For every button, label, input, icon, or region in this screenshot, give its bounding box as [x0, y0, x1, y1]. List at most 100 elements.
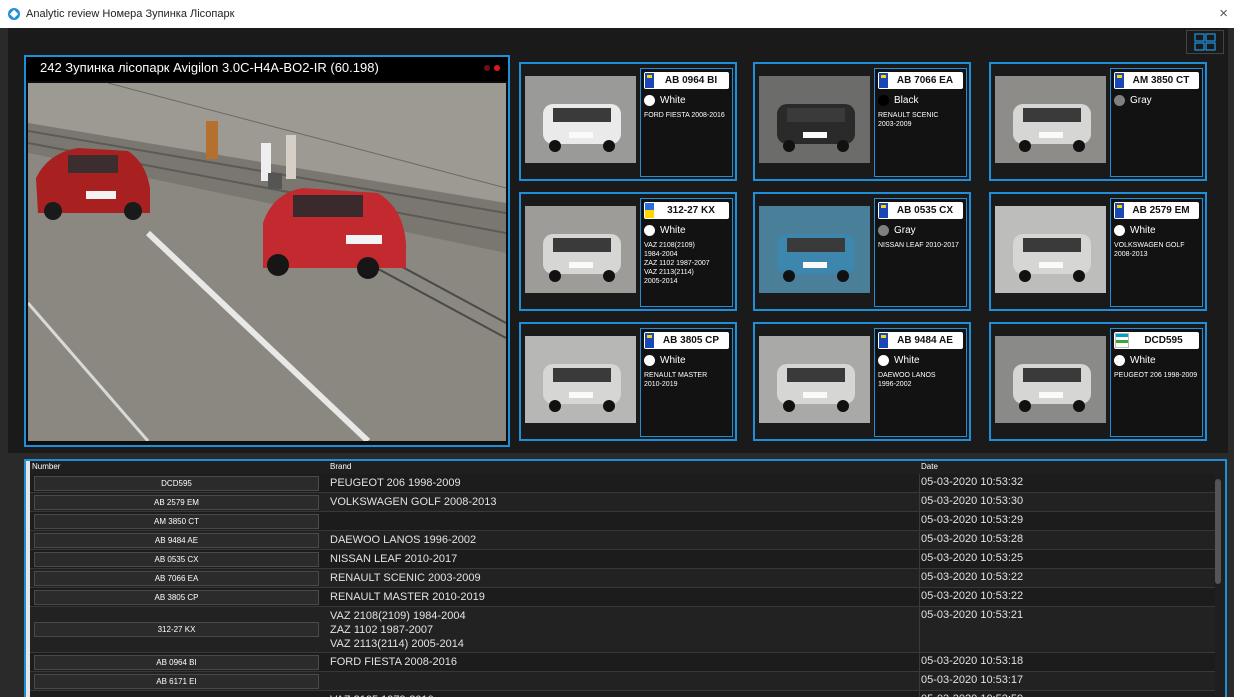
recognition-card[interactable]: 312-27 KX White VAZ 2108(2109) 1984-2004 Z… [519, 192, 737, 311]
recognition-card[interactable]: AB 0964 BI White FORD FIESTA 2008-2016 [519, 62, 737, 181]
vehicle-model: NISSAN LEAF 2010-2017 [878, 242, 959, 249]
layout-grid-icon [1194, 33, 1216, 51]
cell-date: 05-03-2020 10:53:30 [921, 495, 1024, 507]
country-flag-icon [645, 73, 654, 88]
table-row[interactable]: AB 0964 BI FORD FIESTA 2008-2016 05-03-202… [30, 653, 1215, 672]
recognition-card[interactable]: AB 7066 EA Black RENAULT SCENIC 2003-2009 [753, 62, 971, 181]
country-flag-icon [879, 73, 888, 88]
color-name: Gray [1130, 95, 1152, 106]
column-divider [919, 653, 920, 671]
table-row[interactable]: AB 2579 EM VOLKSWAGEN GOLF 2008-2013 05-03… [30, 493, 1215, 512]
country-flag-icon [1115, 73, 1124, 88]
vehicle-model: RENAULT MASTER 2010-2019 [644, 372, 708, 388]
table-row[interactable]: AB 9484 AE DAEWOO LANOS 1996-2002 05-03-20… [30, 531, 1215, 550]
vehicle-image [543, 104, 621, 152]
country-flag-icon [645, 203, 654, 218]
cell-date: 05-03-2020 10:53:22 [921, 571, 1024, 583]
color-swatch-icon [1114, 225, 1125, 236]
recognition-info: 312-27 KX White VAZ 2108(2109) 1984-2004 Z… [640, 198, 733, 307]
color-swatch-icon [878, 95, 889, 106]
vehicle-color: White [644, 95, 686, 106]
color-swatch-icon [878, 355, 889, 366]
table-row[interactable]: VAZ 2105 1979-2010 05-03-2020 10:52:59 [30, 691, 1215, 697]
table-header: Number Brand Date [30, 461, 1225, 473]
cell-brand: FORD FIESTA 2008-2016 [330, 656, 457, 668]
table-row[interactable]: 312-27 KX VAZ 2108(2109) 1984-2004 ZAZ 11… [30, 607, 1215, 653]
table-row[interactable]: AB 0535 CX NISSAN LEAF 2010-2017 05-03-202… [30, 550, 1215, 569]
color-swatch-icon [1114, 355, 1125, 366]
main-camera-view[interactable]: 242 Зупинка лісопарк Avigilon 3.0C-H4A-B… [24, 55, 510, 447]
plate-number: AB 9484 AE [897, 335, 953, 346]
recognition-table: Number Brand Date DCD595 PEUGEOT 206 1998… [24, 459, 1227, 697]
cell-number: AB 0535 CX [34, 552, 319, 567]
vehicle-color: White [1114, 225, 1156, 236]
column-header-date[interactable]: Date [921, 462, 938, 471]
column-header-number[interactable]: Number [32, 462, 60, 471]
recognition-info: AB 9484 AE White DAEWOO LANOS 1996-2002 [874, 328, 967, 437]
table-row[interactable]: AB 6171 EI 05-03-2020 10:53:17 [30, 672, 1215, 691]
window-title: Analytic review Номера Зупинка Лісопарк [26, 8, 235, 20]
country-flag-icon [1115, 333, 1129, 348]
cell-brand: RENAULT SCENIC 2003-2009 [330, 572, 481, 584]
cell-brand: NISSAN LEAF 2010-2017 [330, 553, 458, 565]
plate-number: AB 7066 EA [896, 75, 954, 86]
vehicle-image [543, 234, 621, 282]
plate-label: AB 3805 CP [644, 332, 729, 349]
vertical-scrollbar[interactable] [1215, 479, 1221, 584]
plate-label: AB 2579 EM [1114, 202, 1199, 219]
recognition-card[interactable]: DCD595 White PEUGEOT 206 1998-2009 [989, 322, 1207, 441]
country-flag-icon [645, 333, 654, 348]
country-flag-icon [1115, 203, 1124, 218]
color-name: Gray [894, 225, 916, 236]
vehicle-thumbnail [525, 76, 636, 163]
recognition-info: AB 7066 EA Black RENAULT SCENIC 2003-2009 [874, 68, 967, 177]
vehicle-color: Black [878, 95, 918, 106]
country-flag-icon [879, 333, 888, 348]
table-row[interactable]: AB 3805 CP RENAULT MASTER 2010-2019 05-03-… [30, 588, 1215, 607]
cell-date: 05-03-2020 10:52:59 [921, 693, 1023, 697]
column-divider [919, 588, 920, 606]
plate-number: AB 2579 EM [1132, 205, 1190, 216]
cell-number: AB 3805 CP [34, 590, 319, 605]
cell-number: AM 3850 CT [34, 514, 319, 529]
recognition-card[interactable]: AB 9484 AE White DAEWOO LANOS 1996-2002 [753, 322, 971, 441]
plate-label: AB 0535 CX [878, 202, 963, 219]
recognition-card[interactable]: AB 3805 CP White RENAULT MASTER 2010-2019 [519, 322, 737, 441]
vehicle-thumbnail [759, 206, 870, 293]
table-row[interactable]: AB 7066 EA RENAULT SCENIC 2003-2009 05-03-… [30, 569, 1215, 588]
recognition-card[interactable]: AB 0535 CX Gray NISSAN LEAF 2010-2017 [753, 192, 971, 311]
plate-label: AB 7066 EA [878, 72, 963, 89]
plate-number: AB 0964 BI [664, 75, 718, 86]
recognition-card[interactable]: AB 2579 EM White VOLKSWAGEN GOLF 2008-2013 [989, 192, 1207, 311]
vehicle-color: White [644, 355, 686, 366]
vehicle-thumbnail [525, 206, 636, 293]
recording-indicator-icon [494, 65, 500, 71]
column-header-brand[interactable]: Brand [330, 462, 351, 471]
street-scene-image [28, 83, 506, 441]
vehicle-image [777, 104, 855, 152]
cell-brand: VAZ 2108(2109) 1984-2004 ZAZ 1102 1987-2… [330, 610, 466, 650]
layout-toggle-button[interactable] [1186, 30, 1224, 54]
plate-number: AB 3805 CP [662, 335, 720, 346]
vehicle-model: VAZ 2108(2109) 1984-2004 ZAZ 1102 1987-2… [644, 242, 710, 285]
recognition-card[interactable]: AM 3850 CT Gray [989, 62, 1207, 181]
color-name: Black [894, 95, 919, 106]
vehicle-image [543, 364, 621, 412]
cell-number: AB 9484 AE [34, 533, 319, 548]
cell-date: 05-03-2020 10:53:21 [921, 609, 1024, 621]
cell-number: 312-27 KX [34, 622, 319, 637]
status-indicator-icon [484, 65, 490, 71]
cell-date: 05-03-2020 10:53:29 [921, 514, 1024, 526]
close-icon[interactable]: × [1219, 5, 1228, 22]
country-flag-icon [879, 203, 888, 218]
table-row[interactable]: DCD595 PEUGEOT 206 1998-2009 05-03-2020 10… [30, 474, 1215, 493]
cell-date: 05-03-2020 10:53:22 [921, 590, 1024, 602]
cell-brand: PEUGEOT 206 1998-2009 [330, 477, 461, 489]
recognition-info: AB 2579 EM White VOLKSWAGEN GOLF 2008-2013 [1110, 198, 1203, 307]
camera-title: 242 Зупинка лісопарк Avigilon 3.0C-H4A-B… [26, 57, 508, 81]
vehicle-thumbnail [525, 336, 636, 423]
vehicle-color: Gray [1114, 95, 1152, 106]
vehicle-color: Gray [878, 225, 916, 236]
plate-label: DCD595 [1114, 332, 1199, 349]
table-row[interactable]: AM 3850 CT 05-03-2020 10:53:29 [30, 512, 1215, 531]
